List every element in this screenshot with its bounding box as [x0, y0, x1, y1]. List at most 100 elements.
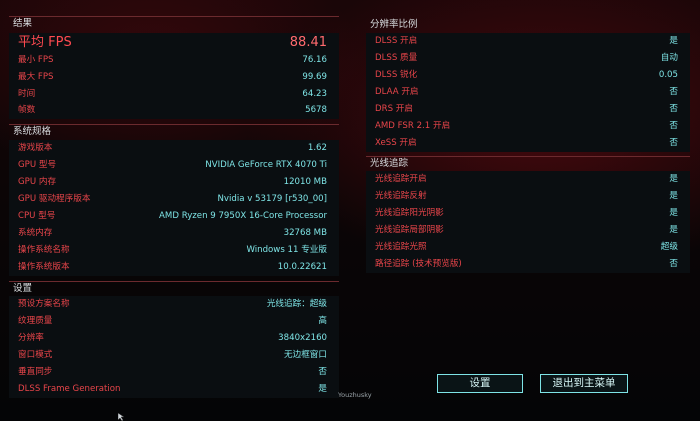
- mouse-cursor-icon: [118, 413, 125, 421]
- row-label: 垂直同步: [18, 367, 53, 377]
- settings-row-window-mode: 窗口模式 无边框窗口: [9, 347, 339, 364]
- row-value: 32768 MB: [283, 228, 327, 238]
- row-label: 窗口模式: [18, 350, 53, 360]
- row-label: 光线追踪局部阴影: [375, 225, 444, 235]
- system-row-gpu-model: GPU 型号 NVIDIA GeForce RTX 4070 Ti: [9, 157, 339, 174]
- system-row-game-version: 游戏版本 1.62: [9, 140, 339, 157]
- row-label: 平均 FPS: [18, 35, 72, 50]
- row-value: 光线追踪：超级: [266, 299, 327, 309]
- rt-row-lighting: 光线追踪光照 超级: [366, 239, 690, 256]
- row-label: DLSS Frame Generation: [18, 384, 121, 394]
- row-value: 12010 MB: [283, 177, 327, 187]
- row-label: 路径追踪 (技术预览版): [375, 259, 462, 269]
- row-value: 否: [669, 121, 678, 131]
- settings-row-texture-quality: 纹理质量 高: [9, 313, 339, 330]
- system-title: 系统规格: [9, 124, 339, 139]
- row-label: GPU 内存: [18, 177, 57, 187]
- system-row-cpu-model: CPU 型号 AMD Ryzen 9 7950X 16-Core Process…: [9, 208, 339, 225]
- settings-button[interactable]: 设置: [437, 374, 523, 393]
- rs-row-fsr: AMD FSR 2.1 开启 否: [366, 118, 690, 135]
- row-label: 最小 FPS: [18, 55, 54, 65]
- rs-row-dlss-on: DLSS 开启 是: [366, 33, 690, 50]
- row-value: 88.41: [289, 35, 327, 50]
- row-label: 最大 FPS: [18, 72, 54, 82]
- row-value: 是: [669, 174, 678, 184]
- row-label: GPU 驱动程序版本: [18, 194, 91, 204]
- row-label: DLSS 质量: [375, 53, 418, 63]
- row-value: 5678: [305, 105, 327, 115]
- rt-row-reflections: 光线追踪反射 是: [366, 188, 690, 205]
- results-row-frames: 帧数 5678: [9, 102, 339, 119]
- settings-row-preset: 预设方案名称 光线追踪：超级: [9, 296, 339, 313]
- results-row-max-fps: 最大 FPS 99.69: [9, 69, 339, 86]
- row-value: 76.16: [302, 55, 327, 65]
- resolution-scaling-panel: 分辨率比例 DLSS 开启 是 DLSS 质量 自动 DLSS 锐化 0.05 …: [366, 18, 690, 152]
- row-label: AMD FSR 2.1 开启: [375, 121, 451, 131]
- row-value: NVIDIA GeForce RTX 4070 Ti: [205, 160, 327, 170]
- row-label: 光线追踪阳光阴影: [375, 208, 444, 218]
- settings-row-dlss-fg: DLSS Frame Generation 是: [9, 381, 339, 398]
- signature: Youzhusky: [338, 391, 372, 399]
- row-value: 是: [669, 225, 678, 235]
- row-value: 无边框窗口: [284, 350, 327, 360]
- row-label: 纹理质量: [18, 316, 53, 326]
- row-label: 预设方案名称: [18, 299, 70, 309]
- row-label: 时间: [18, 89, 36, 99]
- row-value: 否: [318, 367, 327, 377]
- ray-tracing-panel: 光线追踪 光线追踪开启 是 光线追踪反射 是 光线追踪阳光阴影 是 光线追踪局部…: [366, 156, 690, 274]
- rt-row-local-shadows: 光线追踪局部阴影 是: [366, 222, 690, 239]
- row-value: 99.69: [302, 72, 327, 82]
- results-title: 结果: [9, 16, 339, 31]
- settings-row-vsync: 垂直同步 否: [9, 364, 339, 381]
- row-label: 光线追踪开启: [375, 174, 427, 184]
- exit-to-main-menu-button[interactable]: 退出到主菜单: [540, 374, 628, 393]
- row-value: 64.23: [302, 89, 327, 99]
- row-label: DLSS 锐化: [375, 70, 418, 80]
- row-value: Windows 11 专业版: [246, 245, 327, 255]
- system-row-gpu-memory: GPU 内存 12010 MB: [9, 174, 339, 191]
- row-value: 否: [669, 259, 678, 269]
- settings-title: 设置: [9, 281, 339, 296]
- row-value: 1.62: [307, 143, 327, 153]
- row-value: 0.05: [658, 70, 678, 80]
- row-value: 3840x2160: [278, 333, 327, 343]
- row-label: DRS 开启: [375, 104, 413, 114]
- rs-row-dlss-quality: DLSS 质量 自动: [366, 50, 690, 67]
- row-value: 10.0.22621: [277, 262, 327, 272]
- row-value: 高: [318, 316, 327, 326]
- row-value: Nvidia v 53179 [r530_00]: [217, 194, 327, 204]
- row-label: 分辨率: [18, 333, 44, 343]
- row-label: 系统内存: [18, 228, 53, 238]
- rt-row-sun-shadows: 光线追踪阳光阴影 是: [366, 205, 690, 222]
- row-value: 否: [669, 104, 678, 114]
- row-value: 超级: [660, 242, 678, 252]
- rt-row-path-tracing: 路径追踪 (技术预览版) 否: [366, 256, 690, 273]
- system-row-gpu-driver: GPU 驱动程序版本 Nvidia v 53179 [r530_00]: [9, 191, 339, 208]
- resolution-scaling-title: 分辨率比例: [370, 19, 418, 30]
- row-label: XeSS 开启: [375, 138, 417, 148]
- row-value: 是: [669, 191, 678, 201]
- row-value: 是: [669, 208, 678, 218]
- ray-tracing-title: 光线追踪: [366, 156, 690, 171]
- row-label: 光线追踪反射: [375, 191, 427, 201]
- row-value: 是: [669, 36, 678, 46]
- system-panel: 系统规格 游戏版本 1.62 GPU 型号 NVIDIA GeForce RTX…: [9, 124, 339, 276]
- row-value: 是: [318, 384, 327, 394]
- rs-row-dlaa: DLAA 开启 否: [366, 84, 690, 101]
- row-value: 否: [669, 138, 678, 148]
- row-value: 自动: [660, 53, 678, 63]
- results-row-avg-fps: 平均 FPS 88.41: [9, 33, 339, 52]
- rs-row-drs: DRS 开启 否: [366, 101, 690, 118]
- system-row-os-version: 操作系统版本 10.0.22621: [9, 259, 339, 276]
- results-row-min-fps: 最小 FPS 76.16: [9, 52, 339, 69]
- row-label: 游戏版本: [18, 143, 53, 153]
- row-label: 光线追踪光照: [375, 242, 427, 252]
- row-label: 帧数: [18, 105, 36, 115]
- row-label: GPU 型号: [18, 160, 57, 170]
- rt-row-rt-on: 光线追踪开启 是: [366, 171, 690, 188]
- row-value: 否: [669, 87, 678, 97]
- rs-row-dlss-sharpen: DLSS 锐化 0.05: [366, 67, 690, 84]
- settings-row-resolution: 分辨率 3840x2160: [9, 330, 339, 347]
- rs-row-xess: XeSS 开启 否: [366, 135, 690, 152]
- row-label: 操作系统版本: [18, 262, 70, 272]
